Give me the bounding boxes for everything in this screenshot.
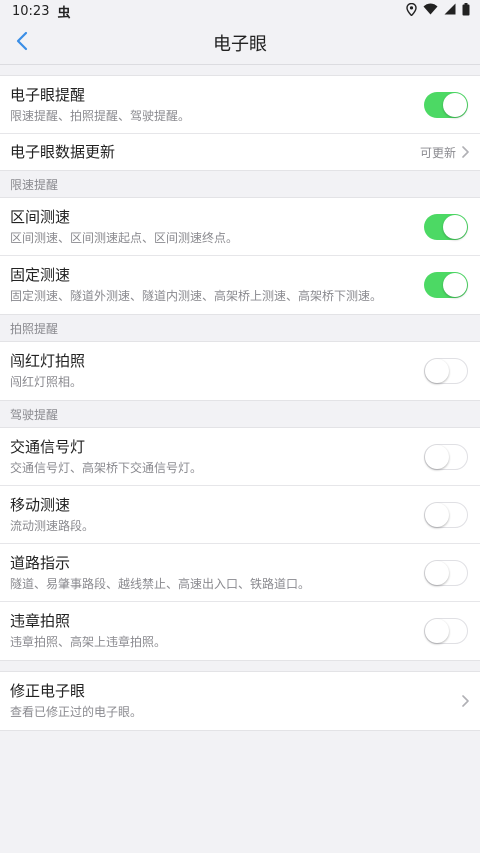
row-camera-reminder: 电子眼提醒 限速提醒、拍照提醒、驾驶提醒。: [0, 76, 480, 134]
row-mobile-speed: 移动测速 流动测速路段。: [0, 486, 480, 544]
chevron-right-icon: [460, 145, 470, 159]
status-bar: 10:23 虫: [0, 0, 480, 22]
row-subtitle: 交通信号灯、高架桥下交通信号灯。: [10, 460, 203, 475]
photo-group: 闯红灯拍照 闯红灯照相。: [0, 341, 480, 401]
road-guide-toggle[interactable]: [424, 559, 468, 586]
toggle-knob: [425, 444, 449, 469]
back-button[interactable]: [8, 30, 36, 56]
row-title: 修正电子眼: [10, 682, 86, 700]
toggle-knob: [425, 359, 449, 383]
row-fixed-speed: 固定测速 固定测速、隧道外测速、隧道内测速、高架桥上测速、高架桥下测速。: [0, 256, 480, 314]
toggle-knob: [425, 619, 449, 643]
row-title: 闯红灯拍照: [10, 352, 86, 370]
row-traffic-light: 交通信号灯 交通信号灯、高架桥下交通信号灯。: [0, 428, 480, 486]
row-title: 交通信号灯: [10, 437, 86, 456]
traffic-light-toggle[interactable]: [424, 443, 468, 470]
update-status: 可更新: [419, 145, 456, 160]
driving-group: 交通信号灯 交通信号灯、高架桥下交通信号灯。 移动测速 流动测速路段。 道路指示…: [0, 427, 480, 661]
chevron-left-icon: [16, 31, 28, 55]
row-title: 区间测速: [10, 207, 71, 226]
row-subtitle: 限速提醒、拍照提醒、驾驶提醒。: [10, 108, 191, 123]
fixed-speed-toggle[interactable]: [424, 272, 468, 298]
mobile-speed-toggle[interactable]: [424, 501, 468, 528]
toggle-knob: [443, 214, 467, 239]
status-time: 10:23: [12, 3, 50, 19]
section-label-speed: 限速提醒: [0, 171, 480, 197]
row-title: 道路指示: [10, 553, 71, 572]
interval-speed-toggle[interactable]: [424, 213, 468, 240]
fix-group: 修正电子眼 查看已修正过的电子眼。: [0, 671, 480, 731]
violation-photo-toggle[interactable]: [424, 618, 468, 644]
row-subtitle: 闯红灯照相。: [10, 375, 83, 389]
row-subtitle: 区间测速、区间测速起点、区间测速终点。: [10, 230, 239, 245]
row-title: 违章拍照: [10, 612, 71, 630]
row-title: 电子眼数据更新: [10, 143, 116, 161]
row-fix-camera[interactable]: 修正电子眼 查看已修正过的电子眼。: [0, 672, 480, 730]
row-road-guide: 道路指示 隧道、易肇事路段、越线禁止、高速出入口、铁路道口。: [0, 544, 480, 602]
row-violation-photo: 违章拍照 违章拍照、高架上违章拍照。: [0, 602, 480, 660]
section-label-photo: 拍照提醒: [0, 315, 480, 341]
row-title: 移动测速: [10, 495, 71, 514]
row-subtitle: 查看已修正过的电子眼。: [10, 705, 143, 719]
page-title: 电子眼: [213, 34, 267, 55]
speed-group: 区间测速 区间测速、区间测速起点、区间测速终点。 固定测速 固定测速、隧道外测速…: [0, 197, 480, 315]
location-icon: [406, 2, 417, 20]
camera-reminder-toggle[interactable]: [424, 91, 468, 118]
nav-bar: 电子眼: [0, 22, 480, 65]
main-settings-group: 电子眼提醒 限速提醒、拍照提醒、驾驶提醒。 电子眼数据更新 可更新: [0, 75, 480, 171]
status-app-glyph: 虫: [57, 5, 71, 21]
row-subtitle: 固定测速、隧道外测速、隧道内测速、高架桥上测速、高架桥下测速。: [10, 289, 383, 303]
row-data-update[interactable]: 电子眼数据更新 可更新: [0, 134, 480, 170]
row-subtitle: 隧道、易肇事路段、越线禁止、高速出入口、铁路道口。: [10, 576, 311, 591]
signal-icon: [444, 3, 456, 19]
row-interval-speed: 区间测速 区间测速、区间测速起点、区间测速终点。: [0, 198, 480, 256]
toggle-knob: [425, 502, 449, 527]
toggle-knob: [425, 560, 449, 585]
row-title: 固定测速: [10, 266, 71, 284]
toggle-knob: [443, 273, 467, 297]
wifi-icon: [423, 3, 438, 19]
toggle-knob: [443, 92, 467, 117]
chevron-right-icon: [460, 694, 470, 708]
row-red-light: 闯红灯拍照 闯红灯照相。: [0, 342, 480, 400]
row-subtitle: 流动测速路段。: [10, 518, 95, 533]
red-light-toggle[interactable]: [424, 358, 468, 384]
battery-icon: [462, 2, 470, 20]
row-title: 电子眼提醒: [10, 85, 86, 104]
section-label-driving: 驾驶提醒: [0, 401, 480, 427]
row-subtitle: 违章拍照、高架上违章拍照。: [10, 635, 167, 649]
